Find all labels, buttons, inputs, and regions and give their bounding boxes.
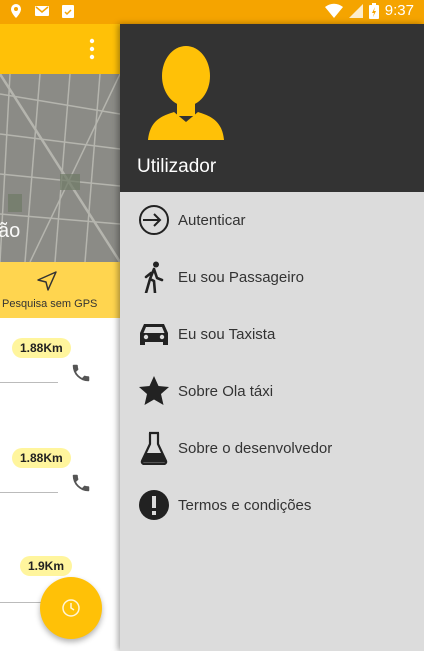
star-icon [137, 374, 171, 408]
menu-item-passageiro[interactable]: Eu sou Passageiro [120, 249, 424, 305]
overflow-menu-icon[interactable] [88, 38, 96, 60]
status-bar: 9:37 [0, 0, 424, 24]
drawer-username: Utilizador [137, 156, 217, 177]
gps-search-label: Pesquisa sem GPS [2, 298, 98, 310]
walk-icon [137, 260, 171, 294]
refresh-fab[interactable] [40, 577, 102, 639]
menu-item-taxista[interactable]: Eu sou Taxista [120, 306, 424, 362]
menu-item-label: Eu sou Taxista [178, 325, 276, 343]
distance-badge: 1.9Km [20, 556, 73, 576]
login-icon [137, 203, 171, 237]
menu-item-desenvolvedor[interactable]: Sobre o desenvolvedor [120, 420, 424, 476]
background-app: ão Pesquisa sem GPS 1.88Km 1.88Km 1.9Km [0, 24, 120, 651]
menu-item-label: Sobre o desenvolvedor [178, 439, 333, 457]
wifi-icon [324, 3, 343, 18]
menu-item-label: Autenticar [178, 211, 246, 229]
app-toolbar [0, 24, 120, 74]
menu-item-label: Sobre Ola táxi [178, 382, 274, 400]
result-item[interactable]: 1.88Km [0, 320, 120, 430]
gps-search-button[interactable]: Pesquisa sem GPS [0, 262, 120, 318]
status-time: 9:37 [384, 2, 414, 19]
menu-item-autenticar[interactable]: Autenticar [120, 192, 424, 248]
map-location-label: ão [0, 220, 21, 242]
signal-icon [348, 3, 363, 18]
result-divider [0, 382, 58, 383]
distance-badge: 1.88Km [12, 338, 71, 358]
map-view[interactable]: ão [0, 74, 120, 262]
phone-icon[interactable] [70, 362, 92, 384]
battery-icon [368, 2, 379, 19]
location-pin-icon [11, 4, 21, 18]
result-divider [0, 492, 58, 493]
result-item[interactable]: 1.88Km [0, 430, 120, 540]
phone-icon[interactable] [70, 472, 92, 494]
clipboard-check-icon [62, 5, 74, 18]
flask-icon [137, 431, 171, 465]
menu-item-sobre-ola-taxi[interactable]: Sobre Ola táxi [120, 363, 424, 419]
menu-item-label: Eu sou Passageiro [178, 268, 304, 286]
menu-item-label: Termos e condições [178, 496, 312, 514]
refresh-icon [62, 599, 80, 617]
distance-badge: 1.88Km [12, 448, 71, 468]
gmail-icon [35, 6, 49, 16]
car-icon [137, 317, 171, 351]
drawer-header: Utilizador [120, 24, 424, 192]
person-avatar-icon [148, 46, 224, 140]
send-arrow-icon [37, 271, 57, 291]
info-icon [137, 488, 171, 522]
menu-item-termos[interactable]: Termos e condições [120, 477, 424, 533]
navigation-drawer: Utilizador Autenticar Eu sou Passageiro … [120, 24, 424, 651]
